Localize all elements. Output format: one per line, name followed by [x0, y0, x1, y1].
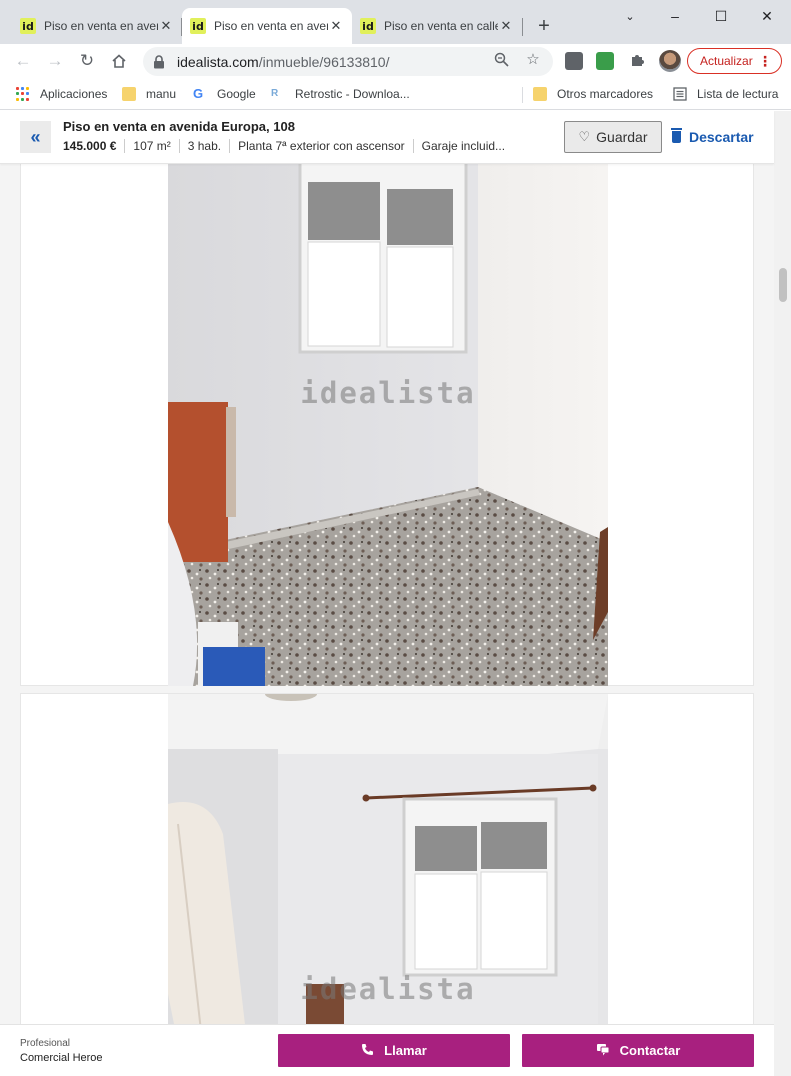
page-scrollbar[interactable] [774, 111, 791, 1076]
photo-watermark: idealista [300, 972, 476, 1006]
zoom-icon[interactable] [491, 49, 511, 69]
maximize-button[interactable]: ☐ [706, 4, 736, 28]
bookmark-label: manu [146, 87, 177, 101]
back-to-list-button[interactable]: « [20, 121, 51, 153]
back-arrow-icon[interactable]: ← [11, 49, 35, 73]
chat-icon [596, 1043, 610, 1059]
update-button[interactable]: Actualizar ⋮ [687, 48, 782, 74]
phone-icon [361, 1043, 374, 1059]
agent-type: Profesional [20, 1038, 71, 1049]
listing-garage: Garaje incluid... [412, 139, 513, 153]
folder-icon [122, 87, 136, 101]
photo-card: idealista [20, 111, 754, 686]
idealista-favicon-icon: id [360, 18, 376, 34]
minimize-button[interactable]: – [660, 4, 690, 28]
contact-bar: Profesional Comercial Heroe Llamar Conta… [0, 1024, 774, 1076]
photo-watermark: idealista [300, 376, 476, 410]
discard-button[interactable]: Descartar [671, 121, 754, 153]
tab-search-chevron-icon[interactable]: ⌄ [615, 4, 645, 28]
browser-toolbar: ← → ↻ idealista.com/inmueble/96133810/ ☆… [0, 44, 791, 78]
url-path: /inmueble/96133810/ [258, 53, 390, 70]
trash-icon [671, 128, 682, 143]
scrollbar-thumb[interactable] [779, 268, 787, 302]
bookmark-label: Aplicaciones [40, 87, 108, 101]
bookmarks-bar: Aplicaciones manu G Google R Retrostic -… [0, 78, 791, 110]
photo-card: idealista [20, 693, 754, 1076]
close-tab-icon[interactable]: ✕ [498, 18, 514, 34]
bookmark-apps[interactable]: Aplicaciones [16, 85, 107, 103]
bookmarks-divider [522, 87, 523, 103]
listing-features: 145.000 € 107 m² 3 hab. Planta 7ª exteri… [63, 139, 513, 153]
reload-icon[interactable]: ↻ [75, 49, 99, 73]
update-label: Actualizar [700, 54, 753, 68]
browser-tab-1[interactable]: id Piso en venta en avenida Europa ✕ [12, 8, 182, 44]
tab-title: Piso en venta en avenida Europa [214, 19, 328, 33]
idealista-favicon-icon: id [20, 18, 36, 34]
reading-list-icon [673, 87, 687, 101]
bookmark-other[interactable]: Otros marcadores [533, 85, 653, 103]
bookmark-label: Lista de lectura [697, 87, 779, 101]
bookmark-label: Google [217, 87, 256, 101]
apps-grid-icon [16, 87, 30, 101]
bookmark-retrostic[interactable]: R Retrostic - Downloa... [271, 85, 410, 103]
listing-photo[interactable]: idealista [168, 111, 608, 686]
save-label: Guardar [596, 129, 648, 145]
listing-floor: Planta 7ª exterior con ascensor [229, 139, 413, 153]
reading-list[interactable]: Lista de lectura [673, 85, 778, 103]
save-button[interactable]: ♡ Guardar [564, 121, 662, 153]
new-tab-button[interactable]: + [532, 14, 556, 38]
google-icon: G [193, 86, 204, 101]
listing-title: Piso en venta en avenida Europa, 108 [63, 119, 295, 134]
url-host: idealista.com [177, 53, 259, 70]
puzzle-extensions-icon[interactable] [627, 49, 647, 69]
extension-icon[interactable] [565, 52, 583, 70]
listing-price: 145.000 € [63, 139, 117, 153]
page-viewport: « Piso en venta en avenida Europa, 108 1… [0, 111, 791, 1076]
heart-icon: ♡ [578, 129, 591, 144]
extension-icon[interactable] [596, 52, 614, 70]
call-label: Llamar [384, 1043, 427, 1058]
close-tab-icon[interactable]: ✕ [158, 18, 174, 34]
folder-icon [533, 87, 547, 101]
menu-dots-icon: ⋮ [758, 53, 772, 69]
retrostic-icon: R [271, 88, 279, 99]
listing-rooms: 3 hab. [178, 139, 229, 153]
listing-sticky-header: « Piso en venta en avenida Europa, 108 1… [0, 111, 774, 164]
close-window-button[interactable]: ✕ [752, 4, 782, 28]
idealista-favicon-icon: id [190, 18, 206, 34]
home-icon[interactable] [107, 49, 131, 73]
bookmark-label: Retrostic - Downloa... [295, 87, 410, 101]
tab-title: Piso en venta en calle [384, 19, 498, 33]
listing-area: 107 m² [124, 139, 178, 153]
lock-icon [153, 54, 165, 69]
bookmark-google[interactable]: G Google [193, 85, 256, 103]
tab-title: Piso en venta en avenida Europa [44, 19, 158, 33]
tab-divider [522, 18, 523, 36]
profile-avatar[interactable] [659, 50, 681, 72]
listing-photo[interactable]: idealista [168, 694, 608, 1076]
contact-button[interactable]: Contactar [522, 1034, 754, 1067]
call-button[interactable]: Llamar [278, 1034, 510, 1067]
bedroom-photo-image [168, 694, 608, 1076]
close-tab-icon[interactable]: ✕ [328, 18, 344, 34]
bookmark-star-icon[interactable]: ☆ [523, 49, 543, 69]
forward-arrow-icon[interactable]: → [43, 49, 67, 73]
bookmark-manu[interactable]: manu [122, 85, 176, 103]
agent-name: Comercial Heroe [20, 1052, 103, 1064]
bookmark-label: Otros marcadores [557, 87, 654, 101]
contact-label: Contactar [619, 1043, 681, 1058]
browser-tab-3[interactable]: id Piso en venta en calle ✕ [352, 8, 522, 44]
discard-label: Descartar [689, 129, 754, 145]
browser-tab-2[interactable]: id Piso en venta en avenida Europa ✕ [182, 8, 352, 44]
browser-tab-strip: id Piso en venta en avenida Europa ✕ id … [0, 0, 791, 44]
